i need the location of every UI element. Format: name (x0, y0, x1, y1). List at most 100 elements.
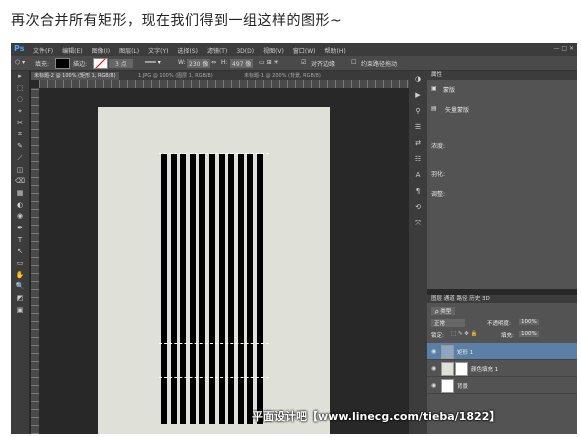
tool-icon[interactable]: ✋ (11, 270, 29, 282)
tool-icon[interactable]: ▦ (11, 188, 29, 200)
visibility-eye-icon[interactable]: ◉ (431, 382, 436, 389)
layers-tabs[interactable]: 图层 通道 路径 历史 3D (427, 295, 577, 303)
layer-kind-filter[interactable]: ρ 类型 (431, 307, 456, 315)
menu-item[interactable]: 3D(D) (236, 48, 254, 55)
menu-item[interactable]: 滤镜(T) (207, 48, 227, 55)
vector-mask-label: 矢量蒙版 (445, 107, 470, 114)
menu-item[interactable]: 选择(S) (177, 48, 198, 55)
black-rectangle-stripe[interactable] (247, 154, 254, 424)
black-rectangle-stripe[interactable] (209, 154, 215, 424)
layer-thumbnail (441, 379, 454, 393)
align-edges-checkbox[interactable]: ☑ (301, 59, 306, 66)
tool-icon[interactable]: ◌ (11, 94, 29, 106)
black-rectangle-stripe[interactable] (257, 154, 263, 424)
tool-icon[interactable]: ✒ (11, 223, 29, 235)
constrain-checkbox[interactable]: ☐ (351, 59, 356, 66)
mask-label: 蒙版 (443, 87, 456, 94)
fill-label: 填充: (35, 61, 50, 68)
black-rectangle-stripe[interactable] (189, 154, 196, 424)
black-rectangle-stripe[interactable] (199, 154, 206, 424)
properties-panel: 属性 ▣ 蒙版 ▤ 矢量蒙版 浓度: 羽化: 调整: (427, 71, 577, 289)
lock-icons[interactable]: ⬚ ✎ ✥ 🔒 (451, 331, 478, 337)
document-tabs: 未标题-2 @ 100% (矩形 1, RGB/8) 1.JPG @ 100% … (31, 71, 409, 80)
stroke-swatch[interactable] (93, 58, 108, 69)
height-field[interactable]: 497 像 (230, 59, 254, 68)
tool-icon[interactable]: ◉ (11, 211, 29, 223)
tab-untitled-1[interactable]: 未标题-1 @ 200% (背景, RGB/8) (241, 72, 324, 80)
link-icon[interactable]: ⇔ (211, 59, 216, 66)
canvas-area[interactable] (39, 88, 409, 434)
black-rectangle-stripe[interactable] (218, 154, 225, 424)
black-rectangle-stripe[interactable] (161, 154, 167, 424)
tab-1-jpg[interactable]: 1.JPG @ 100% (图层 1, RGB/8) (135, 72, 216, 80)
layer-row-rect[interactable]: ◉ 矩形 1 (427, 343, 577, 360)
visibility-eye-icon[interactable]: ◉ (431, 348, 436, 355)
tool-icon[interactable]: ◐ (11, 200, 29, 212)
dock-panel-icon[interactable]: ⇄ (409, 135, 427, 151)
tool-icon[interactable]: T (11, 235, 29, 247)
path-anchor-row (159, 153, 269, 154)
tool-icon[interactable]: ◩ (11, 293, 29, 305)
menu-item[interactable]: 视图(V) (263, 48, 284, 55)
tool-icon[interactable]: ▭ (11, 258, 29, 270)
tool-icon[interactable]: 🔍 (11, 281, 29, 293)
watermark: 平面设计吧【www.linecg.com/tieba/1822】 (252, 410, 501, 423)
menu-item[interactable]: 帮助(H) (325, 48, 346, 55)
visibility-eye-icon[interactable]: ◉ (431, 365, 436, 372)
tool-icon[interactable]: ⌗ (11, 129, 29, 141)
tool-icon[interactable]: ⬚ (11, 83, 29, 95)
menu-item[interactable]: 文件(F) (33, 48, 53, 55)
black-rectangle-stripe[interactable] (228, 154, 235, 424)
dock-panel-icon[interactable]: ⚲ (409, 103, 427, 119)
dock-panel-icon[interactable]: ⤧ (409, 215, 427, 231)
dock-panel-icon[interactable]: ☰ (409, 119, 427, 135)
tool-icon[interactable]: ▣ (11, 305, 29, 317)
adjust-label: 调整: (431, 191, 446, 198)
caption-text: 再次合并所有矩形，现在我们得到一组这样的图形~ (11, 13, 343, 29)
blend-mode-select[interactable]: 正常 (431, 319, 466, 327)
horizontal-ruler (39, 80, 409, 88)
dock-panel-icon[interactable]: ◑ (409, 71, 427, 87)
stroke-style-icon[interactable]: ━━━ ▾ (145, 59, 161, 66)
black-rectangle-stripe[interactable] (237, 154, 244, 424)
menu-list: 文件(F) 编辑(E) 图像(I) 图层(L) 文字(Y) 选择(S) 滤镜(T) 3D(D)… (33, 46, 355, 55)
dock-panel-icon[interactable]: ☷ (409, 151, 427, 167)
window-buttons[interactable]: — □ ✕ (553, 45, 574, 52)
opacity-field[interactable]: 100% (519, 319, 539, 325)
tool-icon[interactable]: ⟋ (11, 153, 29, 165)
dock-panel-icon[interactable]: A (409, 167, 427, 183)
stroke-width-field[interactable]: 3 点 (109, 59, 133, 68)
menu-item[interactable]: 编辑(E) (62, 48, 82, 55)
tool-icon[interactable]: ✎ (11, 141, 29, 153)
menu-item[interactable]: 图层(L) (119, 48, 139, 55)
menu-item[interactable]: 图像(I) (92, 48, 110, 55)
black-rectangle-stripe[interactable] (170, 154, 177, 424)
tool-icon[interactable]: ⌖ (11, 106, 29, 118)
vertical-ruler (31, 88, 39, 434)
menu-item[interactable]: 窗口(W) (293, 48, 316, 55)
tool-preset-icon[interactable]: ⬡ ▾ (15, 59, 25, 66)
tool-icon[interactable]: ⌫ (11, 176, 29, 188)
dock-panel-icon[interactable]: ▶ (409, 87, 427, 103)
vector-mask-icon[interactable]: ▤ (431, 105, 437, 112)
width-field[interactable]: 230 像 (187, 59, 211, 68)
tool-icon[interactable]: ◫ (11, 165, 29, 177)
tab-untitled-2[interactable]: 未标题-2 @ 100% (矩形 1, RGB/8) (31, 72, 119, 80)
black-rectangle-stripe[interactable] (180, 154, 187, 424)
layer-name: 背景 (457, 384, 469, 390)
fill-swatch[interactable] (55, 58, 70, 69)
menu-item[interactable]: 文字(Y) (148, 48, 168, 55)
tool-icon[interactable]: ▸ (11, 71, 29, 83)
tool-icon[interactable]: ✂ (11, 118, 29, 130)
document-canvas[interactable] (98, 107, 330, 434)
dock-panel-icon[interactable]: ⟲ (409, 199, 427, 215)
path-ops-icon[interactable]: ▭ ⊞ ✳ (259, 59, 279, 66)
tool-icon[interactable]: ↖ (11, 246, 29, 258)
dock-panel-icon[interactable]: ¶ (409, 183, 427, 199)
properties-tab[interactable]: 属性 (427, 71, 577, 80)
fill-label: 填充: (501, 333, 514, 339)
lock-label: 锁定: (431, 333, 444, 339)
layer-row-color-fill[interactable]: ◉ 颜色填充 1 (427, 360, 577, 377)
fill-field[interactable]: 100% (519, 331, 539, 337)
layer-row-background[interactable]: ◉ 背景 (427, 377, 577, 394)
